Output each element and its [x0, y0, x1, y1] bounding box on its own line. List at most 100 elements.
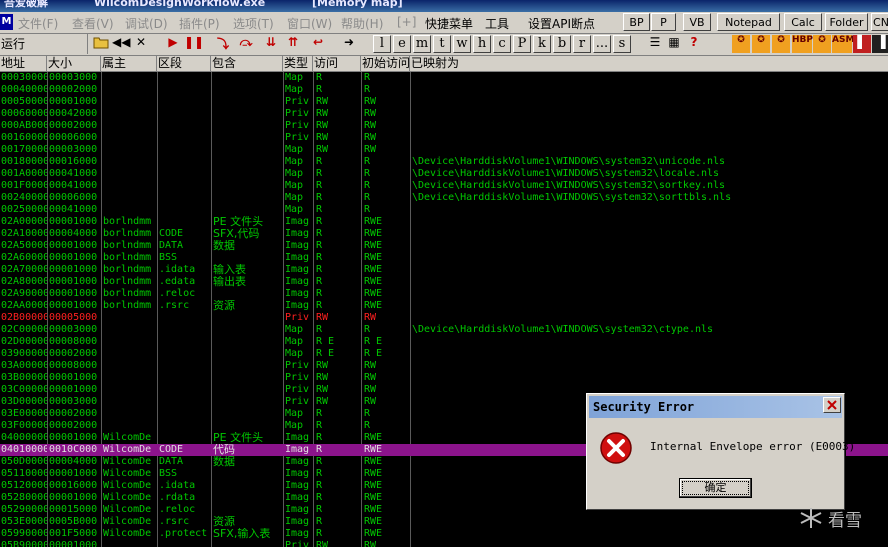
- table-row[interactable]: 02A60000 00001000 borlndmm BSS Imag R RWE: [0, 252, 888, 264]
- go-to-icon[interactable]: ➜: [340, 35, 358, 53]
- table-row[interactable]: 05B90000 00001000 Priv RW RW: [0, 540, 888, 547]
- table-row[interactable]: 00180000 00016000 Map R R \Device\HarddiskVol…: [0, 156, 888, 168]
- table-row[interactable]: 00040000 00002000 Map R R: [0, 84, 888, 96]
- plugin-icon-2[interactable]: ✪: [752, 35, 770, 53]
- menu-help[interactable]: 帮助(H): [341, 15, 383, 32]
- table-row[interactable]: 053E0000 0005B000 WilcomDe .rsrc 资源 Imag R RWE: [0, 516, 888, 528]
- close-icon[interactable]: ✕: [132, 35, 150, 53]
- table-row[interactable]: 00030000 00003000 Map R R: [0, 72, 888, 84]
- menu-debug[interactable]: 调试(D): [125, 15, 168, 32]
- handles-window-button[interactable]: h: [473, 35, 491, 53]
- plugin-icon-5[interactable]: ▌: [853, 35, 871, 53]
- restart-icon[interactable]: ◀◀: [112, 35, 130, 53]
- app-icon[interactable]: M: [0, 14, 13, 30]
- menu-plugins[interactable]: 插件(P): [179, 15, 220, 32]
- window-label: [Memory map]: [312, 0, 403, 9]
- col-address[interactable]: 地址: [0, 56, 47, 71]
- table-row[interactable]: 02A80000 00001000 borlndmm .edata 输出表 Imag R RW…: [0, 276, 888, 288]
- quick-cn-button[interactable]: CN: [871, 13, 888, 31]
- menu-options[interactable]: 选项(T): [233, 15, 274, 32]
- col-type[interactable]: 类型: [283, 56, 313, 71]
- table-row[interactable]: 02A90000 00001000 borlndmm .reloc Imag R RWE: [0, 288, 888, 300]
- dialog-title[interactable]: Security Error: [589, 396, 842, 418]
- list-icon[interactable]: ☰: [646, 35, 664, 53]
- table-row[interactable]: 00160000 00006000 Priv RW RW: [0, 132, 888, 144]
- col-size[interactable]: 大小: [47, 56, 101, 71]
- table-row[interactable]: 02C00000 00003000 Map R R \Device\HarddiskVol…: [0, 324, 888, 336]
- col-section[interactable]: 区段: [157, 56, 211, 71]
- table-row[interactable]: 02A10000 00004000 borlndmm CODE SFX,代码 Imag R R…: [0, 228, 888, 240]
- windows-window-button[interactable]: w: [453, 35, 471, 53]
- ok-button[interactable]: 确定: [679, 478, 752, 498]
- hbp-icon[interactable]: HBP: [792, 35, 813, 53]
- table-row[interactable]: 03900000 00002000 Map R E R E: [0, 348, 888, 360]
- table-row[interactable]: 001A0000 00041000 Map R R \Device\HarddiskVol…: [0, 168, 888, 180]
- asm-icon[interactable]: ASM: [832, 35, 854, 53]
- trace-into-icon[interactable]: ⇊: [262, 35, 280, 53]
- breakpoints-window-button[interactable]: b: [553, 35, 571, 53]
- menu-shortcuts[interactable]: 快捷菜单: [425, 15, 473, 32]
- table-row[interactable]: 00250000 00041000 Map R R: [0, 204, 888, 216]
- quick-folder-button[interactable]: Folder: [825, 13, 868, 31]
- table-row[interactable]: 02A50000 00001000 borlndmm DATA 数据 Imag R RWE: [0, 240, 888, 252]
- trace-over-icon[interactable]: ⇈: [284, 35, 302, 53]
- quick-calc-button[interactable]: Calc: [784, 13, 822, 31]
- dialog-close-button[interactable]: [823, 397, 841, 413]
- col-owner[interactable]: 属主: [101, 56, 157, 71]
- plugin-icon-6[interactable]: ▐: [872, 35, 888, 53]
- table-row[interactable]: 02D00000 00008000 Map R E R E: [0, 336, 888, 348]
- table-row[interactable]: 00240000 00006000 Map R R \Device\HarddiskVol…: [0, 192, 888, 204]
- run-trace-window-button[interactable]: ...: [593, 35, 611, 53]
- menu-plus[interactable]: [+]: [397, 15, 416, 29]
- plugin-icon-4[interactable]: ✪: [813, 35, 831, 53]
- step-over-icon[interactable]: ⤼: [237, 35, 255, 53]
- plugin-icon-1[interactable]: ✪: [732, 35, 750, 53]
- cell-owner: [103, 420, 157, 432]
- table-row[interactable]: 00170000 00003000 Map RW RW: [0, 144, 888, 156]
- execute-till-return-icon[interactable]: ↩: [309, 35, 327, 53]
- title-bar[interactable]: 吾爱破解 WilcomDesignWorkflow.exe [Memory ma…: [0, 0, 888, 12]
- pause-icon[interactable]: ❚❚: [184, 35, 204, 53]
- cell-initial-access: RW: [364, 132, 377, 143]
- table-row[interactable]: 03B00000 00001000 Priv RW RW: [0, 372, 888, 384]
- open-icon[interactable]: [92, 35, 110, 53]
- col-mapped-as[interactable]: 已映射为: [410, 56, 888, 71]
- table-row[interactable]: 02AA0000 00001000 borlndmm .rsrc 资源 Imag R RWE: [0, 300, 888, 312]
- menu-file[interactable]: 文件(F): [18, 15, 58, 32]
- quick-bp-button[interactable]: BP: [623, 13, 650, 31]
- call-stack-window-button[interactable]: k: [533, 35, 551, 53]
- help-icon[interactable]: ?: [685, 35, 703, 53]
- table-row[interactable]: 02A70000 00001000 borlndmm .idata 输入表 Imag R RW…: [0, 264, 888, 276]
- log-window-button[interactable]: l: [373, 35, 391, 53]
- cpu-window-button[interactable]: c: [493, 35, 511, 53]
- table-row[interactable]: 05990000 001F5000 WilcomDe .protect SFX,输入表 I…: [0, 528, 888, 540]
- menu-window[interactable]: 窗口(W): [287, 15, 332, 32]
- plugin-icon-3[interactable]: ✪: [772, 35, 790, 53]
- quick-vb-button[interactable]: VB: [683, 13, 711, 31]
- menu-set-api-breakpoint[interactable]: 设置API断点: [528, 15, 595, 32]
- table-row[interactable]: 02B00000 00005000 Priv RW RW: [0, 312, 888, 324]
- run-icon[interactable]: ▶: [164, 35, 182, 53]
- table-row[interactable]: 02A00000 00001000 borlndmm PE 文件头 Imag R RWE: [0, 216, 888, 228]
- references-window-button[interactable]: r: [573, 35, 591, 53]
- table-row[interactable]: 00060000 00042000 Priv RW RW: [0, 108, 888, 120]
- col-initial-access[interactable]: 初始访问: [361, 56, 410, 71]
- menu-view[interactable]: 查看(V): [72, 15, 114, 32]
- table-row[interactable]: 03A00000 00008000 Priv RW RW: [0, 360, 888, 372]
- source-window-button[interactable]: s: [613, 35, 631, 53]
- table-row[interactable]: 000AB000 00002000 Priv RW RW: [0, 120, 888, 132]
- col-access[interactable]: 访问: [313, 56, 361, 71]
- threads-window-button[interactable]: t: [433, 35, 451, 53]
- quick-notepad-button[interactable]: Notepad: [717, 13, 780, 31]
- table-row[interactable]: 001F0000 00041000 Map R R \Device\HarddiskVol…: [0, 180, 888, 192]
- modules-window-button[interactable]: e: [393, 35, 411, 53]
- menu-tools[interactable]: 工具: [485, 15, 509, 32]
- grid-icon[interactable]: ▦: [665, 35, 683, 53]
- memory-window-button[interactable]: m: [413, 35, 431, 53]
- cell-initial-access: RWE: [364, 240, 383, 251]
- patches-window-button[interactable]: P: [513, 35, 531, 53]
- col-contains[interactable]: 包含: [211, 56, 283, 71]
- quick-p-button[interactable]: P: [651, 13, 676, 31]
- step-into-icon[interactable]: ⤵: [214, 35, 232, 53]
- table-row[interactable]: 00050000 00001000 Priv RW RW: [0, 96, 888, 108]
